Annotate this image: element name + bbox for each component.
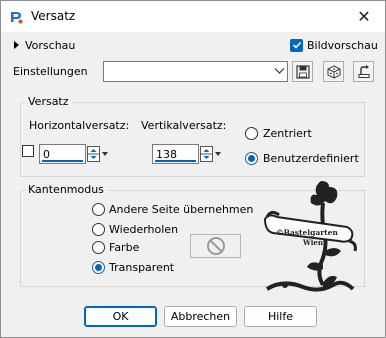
focus-underline xyxy=(155,160,196,162)
edge-color-swatch[interactable] xyxy=(190,234,241,258)
dice-icon xyxy=(327,64,340,79)
save-preset-button[interactable] xyxy=(292,61,313,82)
horizontal-dropdown-arrow-icon[interactable] xyxy=(102,152,108,156)
edge-option-color-label: Farbe xyxy=(109,241,140,254)
edge-option-wrap-label: Andere Seite übernehmen xyxy=(109,203,254,216)
app-icon xyxy=(11,12,23,24)
cancel-button[interactable]: Abbrechen xyxy=(164,306,237,327)
bastelgarten-watermark: ©Bastelgarten Wien xyxy=(263,181,357,292)
help-button[interactable]: Hilfe xyxy=(244,306,317,327)
vertical-spin-icon[interactable] xyxy=(200,146,213,162)
horizontal-offset-input[interactable]: 0 xyxy=(39,144,86,164)
expand-triangle-icon xyxy=(14,41,19,49)
edge-option-transparent-radio[interactable] xyxy=(92,261,105,274)
centered-radio[interactable] xyxy=(245,127,258,140)
ok-button[interactable]: OK xyxy=(84,306,157,327)
cancel-label: Abbrechen xyxy=(170,310,231,323)
edge-option-repeat-label: Wiederholen xyxy=(109,223,179,236)
link-offsets-checkbox[interactable] xyxy=(22,145,34,157)
image-preview-checkbox[interactable]: Bildvorschau xyxy=(290,37,378,53)
window-title: Versatz xyxy=(31,9,76,23)
dialog-window: Versatz ✕ Vorschau Bildvorschau Einstell… xyxy=(0,0,386,338)
reset-icon xyxy=(358,64,369,78)
watermark-line-1: ©Bastelgarten xyxy=(276,228,338,237)
close-icon: ✕ xyxy=(357,6,371,26)
help-label: Hilfe xyxy=(267,310,294,323)
watermark-line-2: Wien xyxy=(302,238,323,247)
edge-option-transparent-label: Transparent xyxy=(109,261,175,274)
preview-toggle[interactable]: Vorschau xyxy=(14,37,75,53)
edge-mode-group-title: Kantenmodus xyxy=(25,183,107,196)
vertical-dropdown-arrow-icon[interactable] xyxy=(215,152,221,156)
edge-option-wrap-radio[interactable] xyxy=(92,203,105,216)
offset-group: Versatz xyxy=(20,95,365,177)
image-preview-label: Bildvorschau xyxy=(307,38,378,52)
vertical-offset-label: Vertikalversatz: xyxy=(141,119,227,132)
floppy-disk-icon xyxy=(295,64,310,79)
custom-radio[interactable] xyxy=(245,152,258,165)
title-bar: Versatz ✕ xyxy=(1,1,385,32)
no-color-icon xyxy=(206,237,225,255)
edge-option-repeat-radio[interactable] xyxy=(92,223,105,236)
randomize-button[interactable] xyxy=(323,61,344,82)
vertical-offset-input[interactable]: 138 xyxy=(152,144,199,164)
custom-label: Benutzerdefiniert xyxy=(263,152,359,165)
centered-label: Zentriert xyxy=(263,127,312,140)
preview-label: Vorschau xyxy=(25,38,76,52)
edge-option-color-radio[interactable] xyxy=(92,241,105,254)
settings-label: Einstellungen xyxy=(13,65,88,78)
close-button[interactable]: ✕ xyxy=(351,4,377,28)
checkbox-checked-icon xyxy=(290,38,303,52)
offset-group-title: Versatz xyxy=(25,95,72,108)
focus-underline xyxy=(42,160,83,162)
reset-button[interactable] xyxy=(353,61,374,82)
ok-label: OK xyxy=(112,310,129,323)
horizontal-spin-icon[interactable] xyxy=(87,146,100,162)
settings-combo[interactable] xyxy=(103,61,288,82)
horizontal-offset-label: Horizontalversatz: xyxy=(29,119,130,132)
chevron-down-icon xyxy=(274,68,285,74)
